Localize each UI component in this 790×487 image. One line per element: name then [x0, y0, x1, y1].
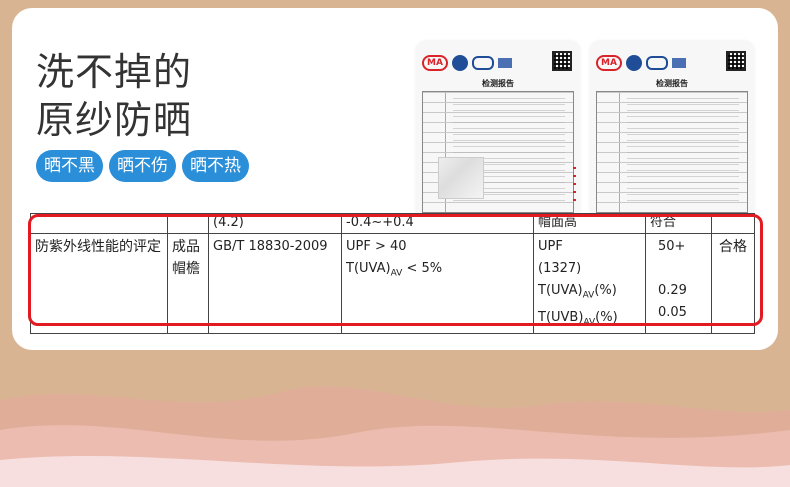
- test-report-thumbnail-2[interactable]: MA 检测报告: [590, 41, 754, 219]
- result-label-upf: UPF: [538, 239, 563, 254]
- cell-grade: 合格: [711, 232, 755, 335]
- feature-tags: 晒不黑 晒不伤 晒不热: [36, 150, 249, 182]
- cell-requirement: UPF > 40 T(UVA)AV < 5%: [341, 232, 534, 335]
- cell-test-item: 防紫外线性能的评定: [30, 232, 168, 335]
- result-value-blank: [658, 258, 707, 280]
- report-text-lines: [627, 98, 739, 206]
- report-title: 检测报告: [482, 79, 514, 88]
- cell-prev-item: 帽面高: [533, 213, 646, 234]
- certification-logos: MA: [422, 55, 512, 71]
- table-row-uv-protection: 防紫外线性能的评定 成品 帽檐 GB/T 18830-2009 UPF > 40…: [30, 232, 755, 335]
- accreditation-mark-icon: [672, 58, 686, 68]
- accreditation-mark-icon: [498, 58, 512, 68]
- report-title: 检测报告: [656, 79, 688, 88]
- cell-result-values: 50+ 0.29 0.05: [645, 232, 712, 335]
- cell-empty: [167, 213, 209, 234]
- tag-no-tanning: 晒不黑: [36, 150, 103, 182]
- cell-result-labels: UPF (1327) T(UVA)AV(%) T(UVB)AV(%): [533, 232, 646, 335]
- certification-logos: MA: [596, 55, 686, 71]
- cell-prev-tolerance: -0.4~+0.4: [341, 213, 534, 234]
- result-value-upf: 50+: [658, 239, 686, 254]
- ilac-mark-icon: [626, 55, 642, 71]
- requirement-uva: T(UVA)AV < 5%: [346, 261, 443, 279]
- ma-seal-icon: MA: [422, 55, 448, 71]
- cell-empty: [711, 213, 755, 234]
- result-label-uva: T(UVA)AV(%): [538, 283, 617, 301]
- tag-no-heat: 晒不热: [182, 150, 249, 182]
- cell-standard: GB/T 18830-2009: [208, 232, 342, 335]
- result-value-uvb: 0.05: [658, 305, 687, 320]
- requirement-upf: UPF > 40: [346, 239, 407, 254]
- cell-prev-value: (4.2): [208, 213, 342, 234]
- cell-empty: [30, 213, 168, 234]
- ma-seal-icon: MA: [596, 55, 622, 71]
- test-report-thumbnail-1[interactable]: MA 检测报告: [416, 41, 580, 219]
- qr-code-icon: [726, 51, 746, 71]
- red-seal-marks: [573, 161, 576, 201]
- result-label-sample-no: (1327): [538, 261, 582, 276]
- headline: 洗不掉的 原纱防晒: [36, 48, 192, 144]
- result-label-uvb: T(UVB)AV(%): [538, 309, 618, 328]
- report-table-preview: [596, 91, 748, 213]
- cell-prev-grade: 符合: [645, 213, 712, 234]
- tag-no-sunburn: 晒不伤: [109, 150, 176, 182]
- cell-sample-part: 成品 帽檐: [167, 232, 209, 335]
- ilac-mark-icon: [452, 55, 468, 71]
- headline-line-2: 原纱防晒: [36, 98, 193, 142]
- test-results-table: (4.2) -0.4~+0.4 帽面高 符合 防紫外线性能的评定 成品 帽檐 G…: [30, 213, 755, 335]
- table-row-previous: (4.2) -0.4~+0.4 帽面高 符合: [30, 213, 755, 234]
- qr-code-icon: [552, 51, 572, 71]
- sample-photo: [438, 157, 484, 199]
- result-value-uva: 0.29: [658, 283, 687, 298]
- cnas-mark-icon: [646, 56, 668, 70]
- headline-line-1: 洗不掉的: [36, 50, 193, 94]
- cnas-mark-icon: [472, 56, 494, 70]
